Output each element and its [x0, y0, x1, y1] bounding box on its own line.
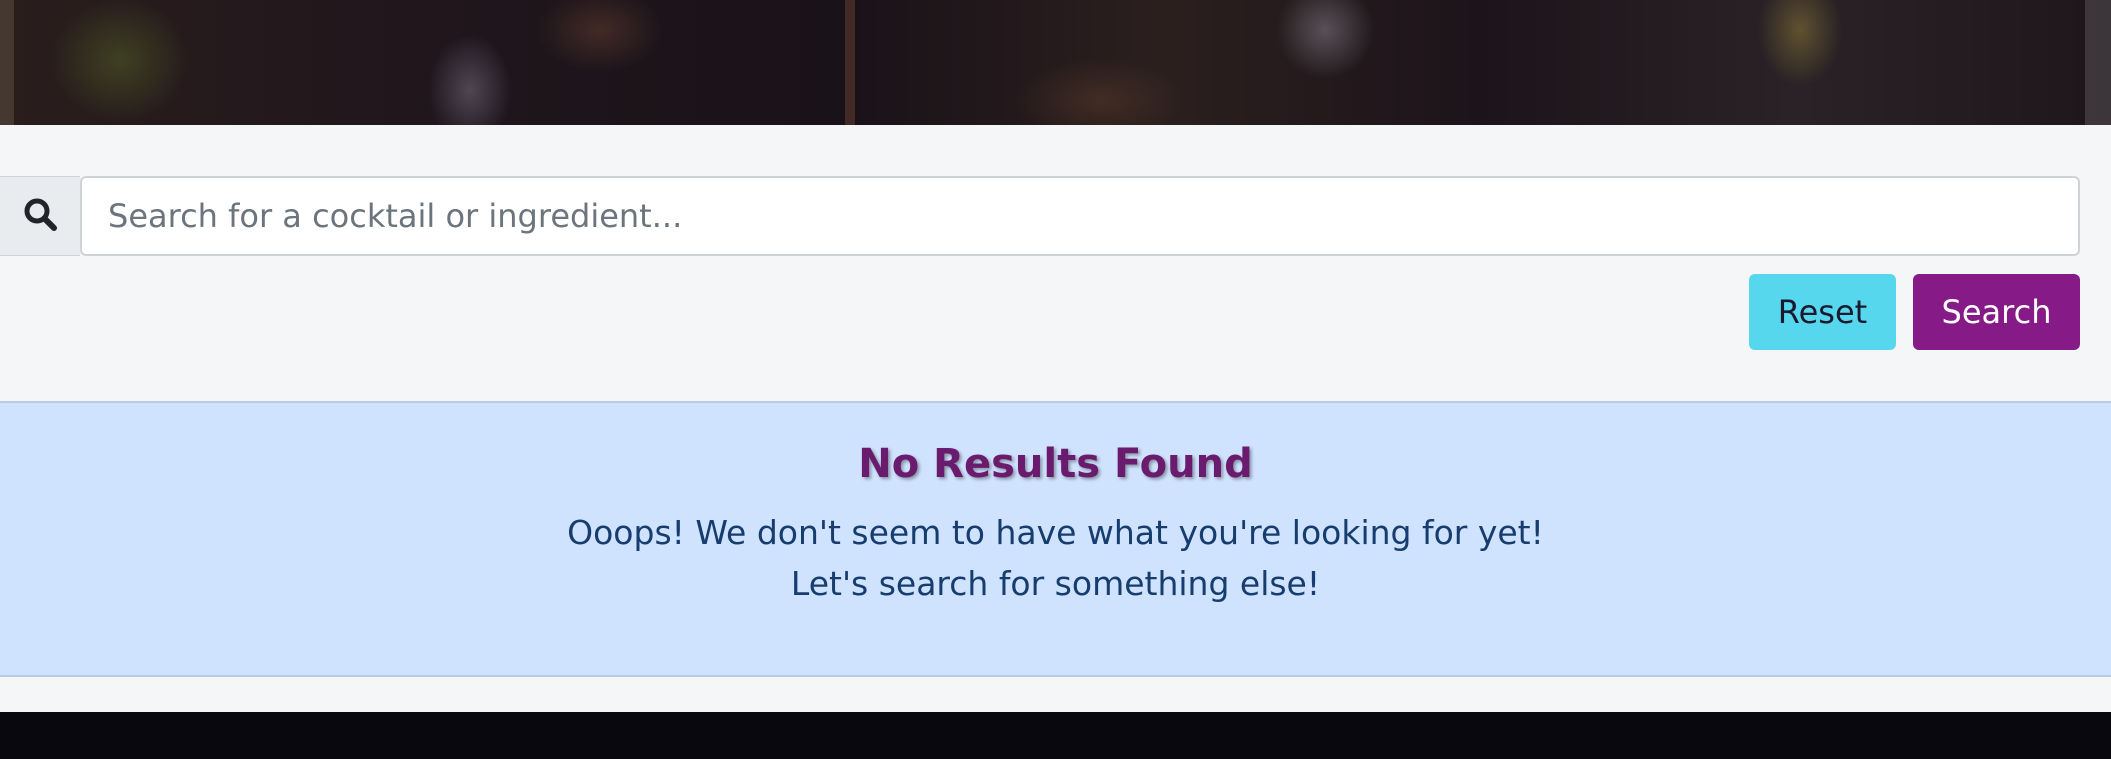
no-results-alert: No Results Found Ooops! We don't seem to… [0, 401, 2111, 677]
hero-decor [0, 0, 14, 125]
hero-decor [845, 0, 855, 125]
page: Reset Search No Results Found Ooops! We … [0, 0, 2111, 759]
search-button[interactable]: Search [1913, 274, 2080, 350]
reset-button[interactable]: Reset [1749, 274, 1896, 350]
search-addon [0, 176, 80, 256]
no-results-title: No Results Found [858, 441, 1253, 487]
search-input[interactable] [80, 176, 2080, 256]
hero-decor [2085, 0, 2111, 125]
hero-banner-image [0, 0, 2111, 125]
no-results-message: Ooops! We don't seem to have what you're… [567, 513, 1544, 552]
no-results-suggestion: Let's search for something else! [790, 564, 1321, 603]
search-icon [22, 196, 58, 236]
footer [0, 712, 2111, 759]
